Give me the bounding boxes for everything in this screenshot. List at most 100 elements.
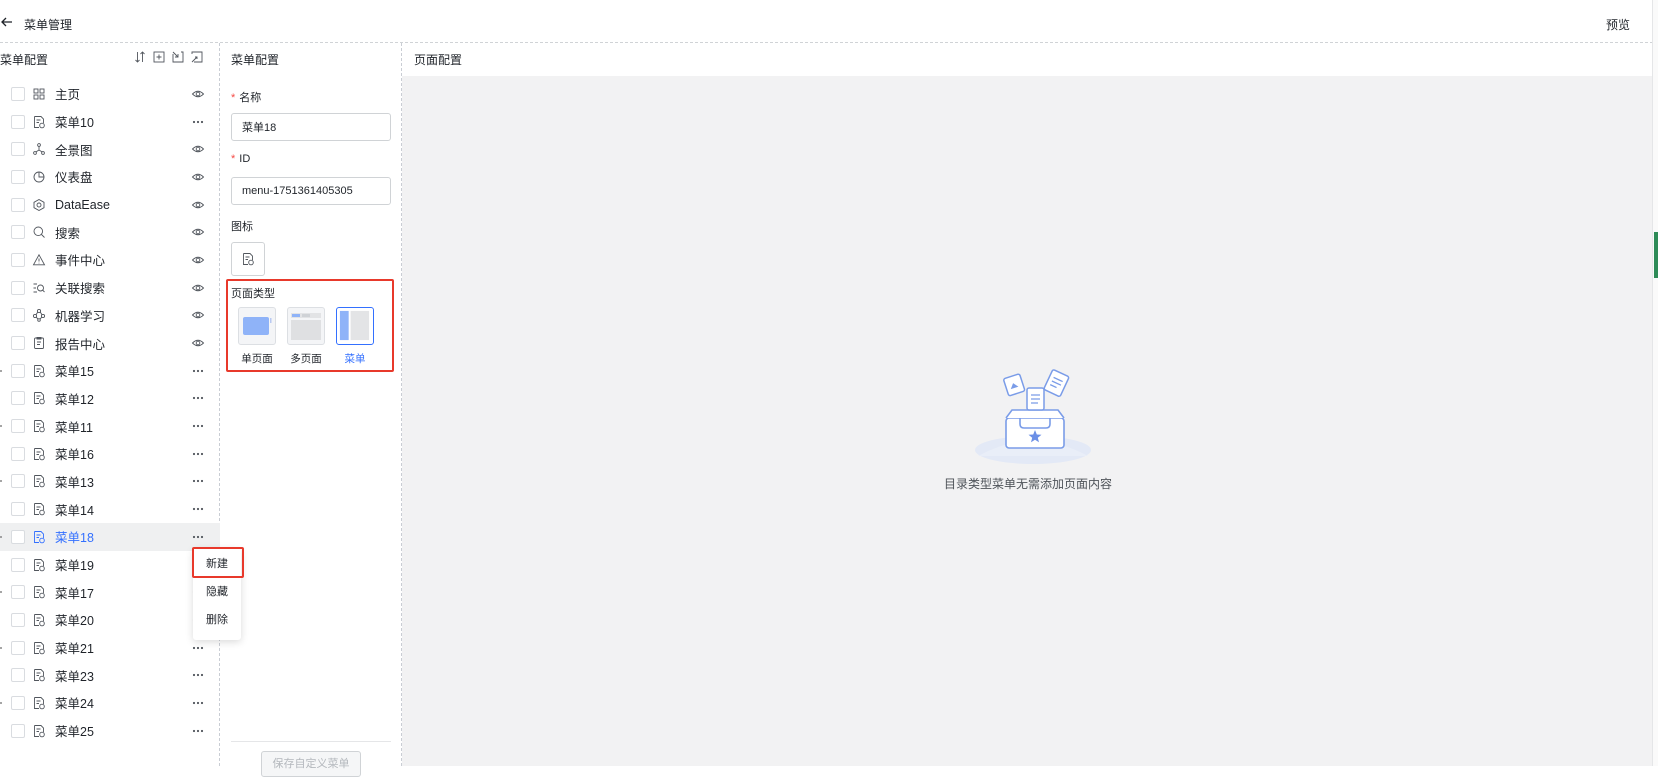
eye-icon[interactable] [191,336,205,350]
more-icon[interactable] [191,364,205,378]
id-input[interactable]: menu-1751361405305 [231,177,391,205]
tree-item-label: 菜单17 [55,586,94,601]
menu-tree-title: 菜单配置 [0,53,49,67]
tree-item[interactable]: 菜单10 [0,108,220,136]
eye-icon[interactable] [191,253,205,267]
page-type-single-label: 单页面 [241,353,273,365]
tree-item[interactable]: 菜单20 [0,606,220,634]
item-checkbox[interactable] [11,668,25,683]
icon-picker[interactable] [231,242,265,276]
item-checkbox[interactable] [11,502,25,517]
tree-item-label: DataEase [55,197,110,212]
item-checkbox[interactable] [11,640,25,655]
tree-item-label: 仪表盘 [55,171,93,186]
item-checkbox[interactable] [11,391,25,406]
tree-item[interactable]: 关联搜索 [0,274,220,302]
tree-item[interactable]: 菜单23 [0,661,220,689]
page-type-single[interactable] [238,307,276,345]
add-icon[interactable] [153,51,165,63]
tree-item[interactable]: 菜单25 [0,717,220,745]
collapse-icon[interactable] [172,51,184,63]
more-icon[interactable] [191,530,205,544]
grid-icon [32,87,46,101]
item-checkbox[interactable] [11,252,25,267]
eye-icon[interactable] [191,225,205,239]
eye-icon[interactable] [191,170,205,184]
tree-item[interactable]: 菜单15 [0,357,220,385]
item-checkbox[interactable] [11,169,25,184]
item-checkbox[interactable] [11,474,25,489]
tree-item[interactable]: 菜单17 [0,578,220,606]
eye-icon[interactable] [191,87,205,101]
more-icon[interactable] [191,641,205,655]
search-icon [32,225,46,239]
more-icon[interactable] [191,115,205,129]
item-checkbox[interactable] [11,695,25,710]
item-checkbox[interactable] [11,308,25,323]
expand-icon[interactable] [191,51,203,63]
item-checkbox[interactable] [11,585,25,600]
more-icon[interactable] [191,696,205,710]
item-checkbox[interactable] [11,197,25,212]
tree-item[interactable]: DataEase [0,191,220,219]
eye-icon[interactable] [191,142,205,156]
item-checkbox[interactable] [11,419,25,434]
tree-item[interactable]: 事件中心 [0,246,220,274]
required-mark: * [231,92,236,104]
tree-item[interactable]: 菜单19 [0,551,220,579]
tree-guide-dot [0,369,2,372]
tree-item-label: 菜单11 [55,420,93,435]
eye-icon[interactable] [191,281,205,295]
eye-icon[interactable] [191,198,205,212]
tree-item[interactable]: 搜索 [0,218,220,246]
item-checkbox[interactable] [11,612,25,627]
preview-button[interactable]: 预览 [1606,16,1630,33]
page-type-multi[interactable] [287,307,325,345]
item-checkbox[interactable] [11,723,25,738]
file-icon [32,668,46,682]
tree-item[interactable]: 主页 [0,80,220,108]
more-icon[interactable] [191,474,205,488]
item-checkbox[interactable] [11,557,25,572]
more-icon[interactable] [191,447,205,461]
back-arrow-icon[interactable] [0,15,14,29]
item-checkbox[interactable] [11,142,25,157]
tree-item[interactable]: 菜单13 [0,468,220,496]
tree-item[interactable]: 菜单12 [0,385,220,413]
tree-item[interactable]: 机器学习 [0,302,220,330]
tree-item-label: 菜单21 [55,642,94,657]
name-input[interactable]: 菜单18 [231,113,391,141]
menu-tree: 主页 菜单10 全景图 仪表盘 DataEase 搜索 事件中心 关联搜索 机器学习 报告中心 菜单… [0,80,220,745]
eye-icon[interactable] [191,308,205,322]
more-icon[interactable] [191,419,205,433]
more-icon[interactable] [191,502,205,516]
more-icon[interactable] [191,724,205,738]
item-checkbox[interactable] [11,363,25,378]
file-icon [32,115,46,129]
item-checkbox[interactable] [11,529,25,544]
more-icon[interactable] [191,391,205,405]
item-checkbox[interactable] [11,280,25,295]
save-custom-menu-button[interactable]: 保存自定义菜单 [261,751,361,777]
tree-item-label: 菜单16 [55,448,94,463]
tree-item[interactable]: 全景图 [0,135,220,163]
more-icon[interactable] [191,668,205,682]
item-checkbox[interactable] [11,225,25,240]
tree-item[interactable]: 菜单14 [0,495,220,523]
tree-item[interactable]: 菜单11 [0,412,220,440]
item-checkbox[interactable] [11,86,25,101]
tree-item[interactable]: 菜单24 [0,689,220,717]
tree-item-label: 全景图 [55,143,93,158]
tree-item[interactable]: 报告中心 [0,329,220,357]
icon-label: 图标 [231,221,253,233]
item-checkbox[interactable] [11,336,25,351]
window-edge [1652,0,1658,766]
tree-item[interactable]: 菜单18 [0,523,220,551]
tree-item[interactable]: 仪表盘 [0,163,220,191]
page-type-menu[interactable] [336,307,374,345]
item-checkbox[interactable] [11,446,25,461]
tree-item[interactable]: 菜单16 [0,440,220,468]
sort-icon[interactable] [134,51,146,63]
tree-item[interactable]: 菜单21 [0,634,220,662]
item-checkbox[interactable] [11,114,25,129]
